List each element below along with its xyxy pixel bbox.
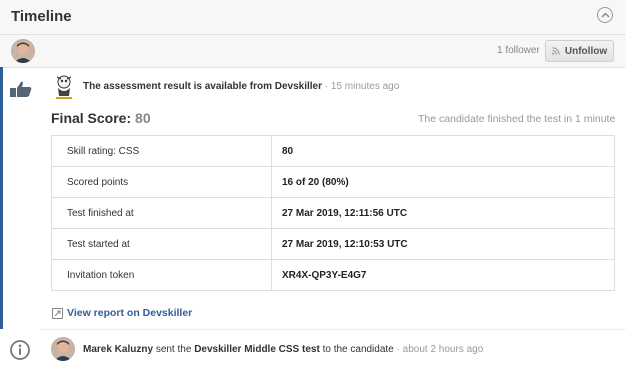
event-actor[interactable]: Marek Kaluzny — [83, 344, 153, 355]
avatar[interactable] — [11, 39, 35, 63]
final-score-value: 80 — [135, 110, 151, 126]
timeline-header: Timeline — [0, 0, 626, 35]
event-headline-text: The assessment result is available from … — [83, 81, 323, 92]
chevron-up-icon — [600, 12, 610, 18]
table-row: Scored points 16 of 20 (80%) — [51, 166, 615, 198]
row-key: Skill rating: CSS — [51, 135, 272, 167]
event-suffix: to the candidate — [322, 344, 394, 355]
devskiller-logo — [56, 75, 72, 99]
results-table: Skill rating: CSS 80 Scored points 16 of… — [51, 135, 615, 291]
row-key: Invitation token — [51, 259, 272, 291]
unfollow-label: Unfollow — [564, 45, 608, 57]
thumbs-up-icon — [10, 81, 32, 97]
row-key: Test started at — [51, 228, 272, 260]
event-sent-test: Marek Kaluzny sent the Devskiller Middle… — [83, 344, 484, 355]
divider — [40, 329, 626, 330]
event-object[interactable]: Devskiller Middle CSS test — [194, 344, 320, 355]
timeline-rail — [0, 67, 3, 329]
event-verb: sent the — [155, 344, 192, 355]
event-time[interactable]: 15 minutes ago — [331, 81, 399, 92]
table-row: Test started at 27 Mar 2019, 12:10:53 UT… — [51, 228, 615, 260]
row-value: 27 Mar 2019, 12:11:56 UTC — [271, 197, 615, 229]
table-row: Invitation token XR4X-QP3Y-E4G7 — [51, 259, 615, 291]
final-score-label: Final Score: — [51, 110, 132, 126]
row-value: 80 — [271, 135, 615, 167]
row-key: Scored points — [51, 166, 272, 198]
follow-bar: 1 follower Unfollow — [0, 35, 626, 68]
follower-count[interactable]: 1 follower — [497, 45, 540, 56]
event-time[interactable]: about 2 hours ago — [403, 344, 484, 355]
rss-icon — [552, 47, 560, 55]
view-report-label: View report on Devskiller — [67, 307, 193, 319]
external-link-icon — [52, 307, 63, 319]
table-row: Test finished at 27 Mar 2019, 12:11:56 U… — [51, 197, 615, 229]
row-value: XR4X-QP3Y-E4G7 — [271, 259, 615, 291]
avatar[interactable] — [51, 337, 75, 361]
table-row: Skill rating: CSS 80 — [51, 135, 615, 167]
collapse-button[interactable] — [597, 7, 613, 23]
finished-note: The candidate finished the test in 1 min… — [418, 113, 616, 125]
view-report-link[interactable]: View report on Devskiller — [52, 307, 192, 319]
info-icon — [10, 340, 30, 360]
row-value: 16 of 20 (80%) — [271, 166, 615, 198]
event-headline: The assessment result is available from … — [83, 81, 400, 92]
unfollow-button[interactable]: Unfollow — [545, 40, 614, 62]
final-score: Final Score: 80 — [51, 110, 151, 126]
row-key: Test finished at — [51, 197, 272, 229]
row-value: 27 Mar 2019, 12:10:53 UTC — [271, 228, 615, 260]
timeline-title: Timeline — [11, 8, 72, 25]
